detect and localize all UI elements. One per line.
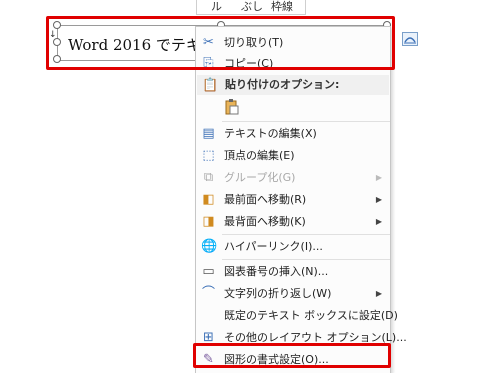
group-icon: ⧉ [203, 170, 214, 185]
menu-item-edit-points[interactable]: ⬚ 頂点の編集(E) [196, 145, 390, 166]
menu-item-insert-caption[interactable]: ▭ 図表番号の挿入(N)... [196, 261, 390, 282]
clipboard-icon: 📋 [202, 78, 219, 93]
globe-link-icon: 🌐 [201, 239, 218, 254]
menu-item-group: ⧉ グループ化(G) ▶ [196, 167, 390, 188]
paste-keep-text-icon[interactable] [225, 99, 239, 115]
highlight-format-shape [193, 343, 391, 368]
layout-options-icon[interactable] [402, 32, 418, 46]
mini-toolbar-fragment: ル ぶし 枠線 [196, 0, 306, 15]
submenu-arrow-icon: ▶ [375, 289, 382, 298]
toolbar-char: ル [211, 0, 222, 13]
caption-icon: ▭ [202, 264, 215, 279]
menu-item-send-back[interactable]: ◨ 最背面へ移動(K) ▶ [196, 211, 390, 232]
submenu-arrow-icon: ▶ [375, 195, 382, 204]
toolbar-style-label[interactable]: ぶし [241, 0, 263, 14]
text-edit-icon: ▤ [202, 126, 215, 141]
menu-separator [222, 234, 390, 235]
highlight-textbox [46, 16, 395, 70]
menu-item-set-default[interactable]: 既定のテキスト ボックスに設定(D) [196, 305, 398, 326]
submenu-arrow-icon: ▶ [375, 217, 382, 226]
toolbar-outline-label[interactable]: 枠線 [271, 0, 293, 14]
bring-front-icon: ◧ [202, 192, 215, 207]
menu-separator [222, 121, 390, 122]
menu-item-bring-front[interactable]: ◧ 最前面へ移動(R) ▶ [196, 189, 390, 210]
submenu-arrow-icon: ▶ [375, 173, 382, 182]
send-back-icon: ◨ [202, 214, 215, 229]
paste-options-header: 📋 貼り付けのオプション: [197, 75, 389, 95]
context-menu: ✂ 切り取り(T) ⎘ コピー(C) 📋 貼り付けのオプション: ▤ テキストの… [195, 26, 407, 373]
menu-item-wrap-text[interactable]: ⌒ 文字列の折り返し(W) ▶ [196, 283, 390, 304]
wrap-text-icon: ⌒ [201, 286, 215, 301]
menu-item-hyperlink[interactable]: 🌐 ハイパーリンク(I)... [196, 236, 390, 257]
menu-separator [222, 259, 390, 260]
edit-points-icon: ⬚ [202, 148, 215, 163]
menu-item-edit-text[interactable]: ▤ テキストの編集(X) [196, 123, 390, 144]
